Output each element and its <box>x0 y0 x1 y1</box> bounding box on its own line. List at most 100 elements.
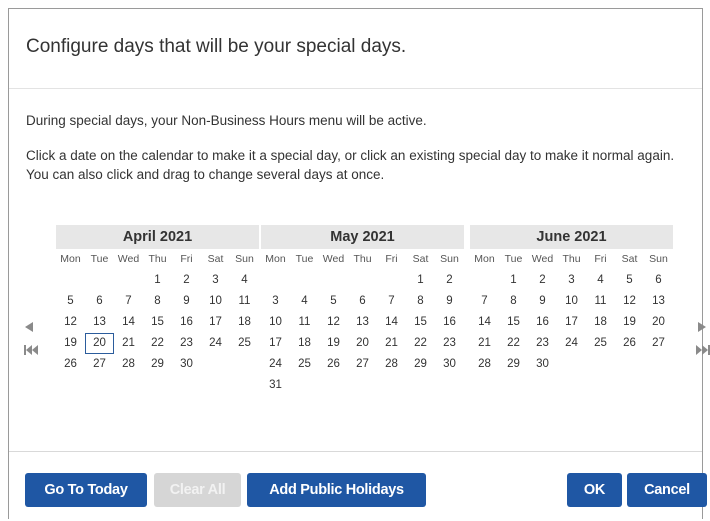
calendar-day[interactable]: 10 <box>201 291 230 312</box>
calendar-day[interactable]: 13 <box>348 312 377 333</box>
calendar-day[interactable]: 3 <box>201 270 230 291</box>
add-public-holidays-button[interactable]: Add Public Holidays <box>247 473 426 507</box>
calendar-day[interactable]: 25 <box>290 354 319 375</box>
calendar-day[interactable]: 31 <box>261 375 290 396</box>
calendar-day[interactable]: 25 <box>230 333 259 354</box>
calendar-day[interactable]: 7 <box>377 291 406 312</box>
calendar-day[interactable]: 30 <box>435 354 464 375</box>
go-to-today-button[interactable]: Go To Today <box>25 473 147 507</box>
calendar-day[interactable]: 15 <box>143 312 172 333</box>
calendar-day[interactable]: 25 <box>586 333 615 354</box>
calendar-day[interactable]: 29 <box>499 354 528 375</box>
calendar-day[interactable]: 4 <box>230 270 259 291</box>
calendar-day[interactable]: 27 <box>85 354 114 375</box>
calendar-day[interactable]: 2 <box>435 270 464 291</box>
calendar-day[interactable]: 19 <box>56 333 85 354</box>
calendar-day[interactable]: 30 <box>528 354 557 375</box>
calendar-day[interactable]: 27 <box>644 333 673 354</box>
ok-button[interactable]: OK <box>567 473 622 507</box>
calendar-day[interactable]: 28 <box>377 354 406 375</box>
calendar-day[interactable]: 3 <box>261 291 290 312</box>
calendar-day[interactable]: 5 <box>615 270 644 291</box>
calendar-day[interactable]: 21 <box>377 333 406 354</box>
calendar-day[interactable]: 22 <box>143 333 172 354</box>
calendar-day[interactable]: 21 <box>114 333 143 354</box>
calendar-day[interactable]: 16 <box>172 312 201 333</box>
calendar-day[interactable]: 15 <box>406 312 435 333</box>
calendar-day[interactable]: 17 <box>261 333 290 354</box>
calendar-day[interactable]: 26 <box>319 354 348 375</box>
calendar-day[interactable]: 15 <box>499 312 528 333</box>
calendar-day[interactable]: 12 <box>319 312 348 333</box>
calendar-day[interactable]: 17 <box>557 312 586 333</box>
calendar-day[interactable]: 3 <box>557 270 586 291</box>
calendar-day[interactable]: 27 <box>348 354 377 375</box>
calendar-day[interactable]: 29 <box>406 354 435 375</box>
calendar-day[interactable]: 29 <box>143 354 172 375</box>
calendar-day[interactable]: 2 <box>528 270 557 291</box>
calendar-day[interactable]: 1 <box>499 270 528 291</box>
calendar-day[interactable]: 17 <box>201 312 230 333</box>
calendar-day[interactable]: 24 <box>201 333 230 354</box>
calendar-day[interactable]: 8 <box>406 291 435 312</box>
calendar-day[interactable]: 9 <box>172 291 201 312</box>
next-month-button[interactable] <box>698 322 706 332</box>
calendar-day[interactable]: 23 <box>435 333 464 354</box>
calendar-day[interactable]: 16 <box>528 312 557 333</box>
cancel-button[interactable]: Cancel <box>627 473 707 507</box>
calendar-day[interactable]: 8 <box>499 291 528 312</box>
calendar-day[interactable]: 14 <box>114 312 143 333</box>
calendar-day[interactable]: 18 <box>586 312 615 333</box>
calendar-day[interactable]: 2 <box>172 270 201 291</box>
calendar-day[interactable]: 20 <box>644 312 673 333</box>
calendar-day[interactable]: 26 <box>56 354 85 375</box>
calendar-day[interactable]: 20 <box>348 333 377 354</box>
calendar-day[interactable]: 1 <box>143 270 172 291</box>
prev-month-button[interactable] <box>25 322 33 332</box>
first-page-button[interactable] <box>24 345 38 355</box>
calendar-day[interactable]: 6 <box>644 270 673 291</box>
calendar-day[interactable]: 16 <box>435 312 464 333</box>
calendar-day[interactable]: 9 <box>435 291 464 312</box>
calendar-day[interactable]: 28 <box>470 354 499 375</box>
calendar-day[interactable]: 18 <box>290 333 319 354</box>
calendar-day-today[interactable]: 20 <box>85 333 114 354</box>
last-page-button[interactable] <box>696 345 710 355</box>
calendar-day[interactable]: 18 <box>230 312 259 333</box>
calendar-day[interactable]: 22 <box>499 333 528 354</box>
calendar-day[interactable]: 12 <box>56 312 85 333</box>
calendar-day[interactable]: 5 <box>319 291 348 312</box>
calendar-day[interactable]: 4 <box>290 291 319 312</box>
calendar-day[interactable]: 24 <box>261 354 290 375</box>
calendar-day[interactable]: 14 <box>470 312 499 333</box>
calendar-day[interactable]: 10 <box>557 291 586 312</box>
calendar-day[interactable]: 7 <box>470 291 499 312</box>
calendar-day[interactable]: 4 <box>586 270 615 291</box>
calendar-day[interactable]: 13 <box>85 312 114 333</box>
calendar-day[interactable]: 10 <box>261 312 290 333</box>
calendar-day[interactable]: 11 <box>290 312 319 333</box>
calendar-day[interactable]: 19 <box>615 312 644 333</box>
calendar-day[interactable]: 14 <box>377 312 406 333</box>
calendar-day[interactable]: 5 <box>56 291 85 312</box>
calendar-day[interactable]: 26 <box>615 333 644 354</box>
calendar-day[interactable]: 11 <box>230 291 259 312</box>
calendar-day[interactable]: 12 <box>615 291 644 312</box>
calendar-day[interactable]: 6 <box>85 291 114 312</box>
calendar-day[interactable]: 6 <box>348 291 377 312</box>
calendar-day[interactable]: 9 <box>528 291 557 312</box>
calendar-day[interactable]: 23 <box>172 333 201 354</box>
calendar-day[interactable]: 7 <box>114 291 143 312</box>
calendar-day[interactable]: 1 <box>406 270 435 291</box>
calendar-day[interactable]: 23 <box>528 333 557 354</box>
calendar-day[interactable]: 8 <box>143 291 172 312</box>
clear-all-button[interactable]: Clear All <box>154 473 241 507</box>
calendar-day[interactable]: 11 <box>586 291 615 312</box>
calendar-day[interactable]: 21 <box>470 333 499 354</box>
calendar-day[interactable]: 22 <box>406 333 435 354</box>
calendar-day[interactable]: 19 <box>319 333 348 354</box>
calendar-day[interactable]: 28 <box>114 354 143 375</box>
calendar-day[interactable]: 30 <box>172 354 201 375</box>
calendar-day[interactable]: 24 <box>557 333 586 354</box>
calendar-day[interactable]: 13 <box>644 291 673 312</box>
